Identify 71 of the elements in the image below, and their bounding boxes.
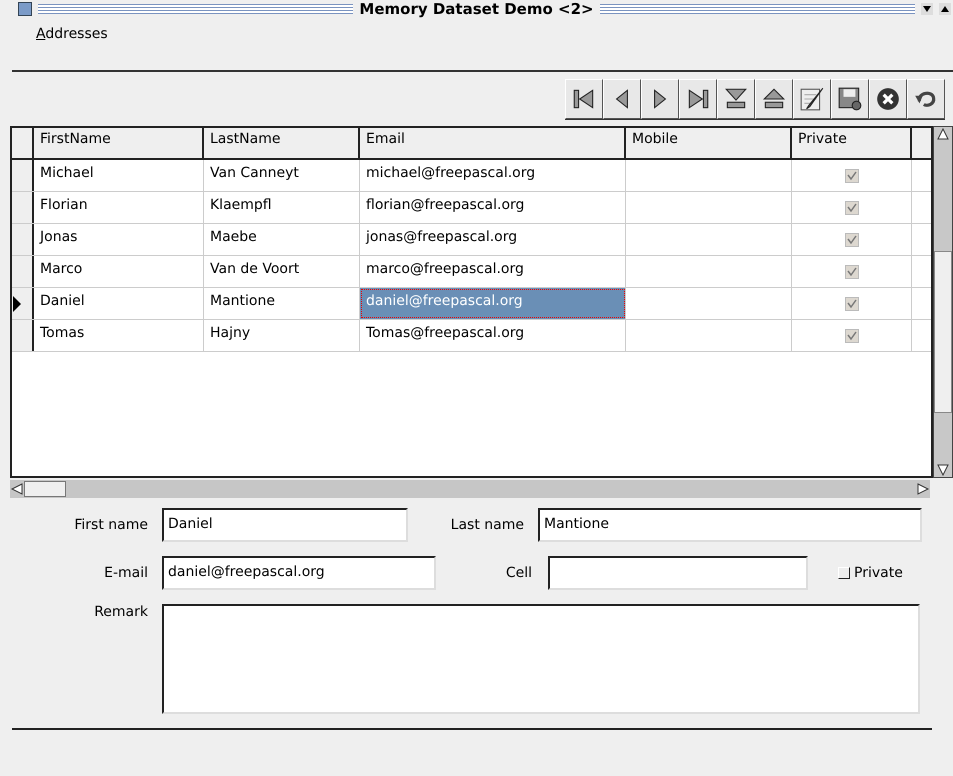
- scroll-left-icon[interactable]: [10, 482, 24, 496]
- table-cell: Florian: [34, 192, 204, 223]
- input-field[interactable]: daniel@freepascal.org: [162, 556, 436, 590]
- checkbox[interactable]: [844, 328, 858, 342]
- table-cell: jonas@freepascal.org: [360, 224, 626, 255]
- column-header[interactable]: Mobile: [626, 128, 792, 158]
- next-record-button[interactable]: [641, 78, 679, 118]
- table-cell: Van Canneyt: [204, 160, 360, 191]
- scroll-up-icon[interactable]: [936, 127, 950, 141]
- pencil-document-icon: [799, 86, 825, 112]
- table-cell: Van de Voort: [204, 256, 360, 287]
- scrollbar-thumb[interactable]: [24, 481, 66, 497]
- field-label: Last name: [450, 517, 525, 533]
- row-indicator[interactable]: [12, 256, 34, 287]
- cancel-button[interactable]: [869, 78, 907, 118]
- first-record-button[interactable]: [565, 78, 603, 118]
- edit-record-button[interactable]: [793, 78, 831, 118]
- row-indicator[interactable]: [12, 320, 34, 351]
- refresh-button[interactable]: [907, 78, 945, 118]
- checkbox[interactable]: [844, 296, 858, 310]
- close-icon: [875, 86, 901, 112]
- table-cell: Tomas@freepascal.org: [360, 320, 626, 351]
- input-field[interactable]: Daniel: [162, 508, 408, 542]
- window-title: Memory Dataset Demo <2>: [359, 0, 594, 18]
- delete-record-button[interactable]: [755, 78, 793, 118]
- table-cell: Klaempfl: [204, 192, 360, 223]
- table-cell: Tomas: [34, 320, 204, 351]
- previous-record-button[interactable]: [603, 78, 641, 118]
- table-cell: Maebe: [204, 224, 360, 255]
- vertical-scrollbar[interactable]: [933, 126, 953, 478]
- save-record-button[interactable]: [831, 78, 869, 118]
- column-header[interactable]: Private: [792, 128, 912, 158]
- table-cell: florian@freepascal.org: [360, 192, 626, 223]
- table-cell: Marco: [34, 256, 204, 287]
- last-record-button[interactable]: [679, 78, 717, 118]
- table-cell: marco@freepascal.org: [360, 256, 626, 287]
- checkbox[interactable]: [844, 200, 858, 214]
- column-header[interactable]: FirstName: [34, 128, 204, 158]
- column-header[interactable]: LastName: [204, 128, 360, 158]
- table-cell: Jonas: [34, 224, 204, 255]
- row-indicator[interactable]: [12, 224, 34, 255]
- input-field[interactable]: [548, 556, 808, 590]
- window-menu-icon[interactable]: [18, 2, 32, 16]
- input-field[interactable]: Mantione: [538, 508, 922, 542]
- field-label: E-mail: [103, 565, 149, 581]
- column-header[interactable]: Email: [360, 128, 626, 158]
- scroll-right-icon[interactable]: [916, 482, 930, 496]
- scroll-down-icon[interactable]: [936, 463, 950, 477]
- table-cell: daniel@freepascal.org: [360, 288, 626, 319]
- row-indicator[interactable]: [12, 192, 34, 223]
- text-area[interactable]: [162, 604, 920, 714]
- table-cell: michael@freepascal.org: [360, 160, 626, 191]
- table-cell: Michael: [34, 160, 204, 191]
- checkbox[interactable]: [844, 232, 858, 246]
- field-label: First name: [73, 517, 149, 533]
- row-indicator[interactable]: [12, 160, 34, 191]
- checkbox[interactable]: [844, 168, 858, 182]
- table-cell: Hajny: [204, 320, 360, 351]
- insert-record-button[interactable]: [717, 78, 755, 118]
- checkbox[interactable]: [844, 264, 858, 278]
- checkbox-label: Private: [854, 565, 903, 581]
- maximize-icon[interactable]: [939, 3, 951, 15]
- row-indicator[interactable]: [12, 288, 34, 319]
- menu-item[interactable]: Addresses: [36, 26, 108, 42]
- field-label: Cell: [504, 565, 533, 581]
- table-cell: Daniel: [34, 288, 204, 319]
- horizontal-scrollbar[interactable]: [10, 480, 930, 498]
- floppy-disk-icon: [837, 86, 863, 112]
- scrollbar-thumb[interactable]: [934, 251, 952, 413]
- field-label: Remark: [93, 604, 149, 620]
- minimize-icon[interactable]: [921, 3, 933, 15]
